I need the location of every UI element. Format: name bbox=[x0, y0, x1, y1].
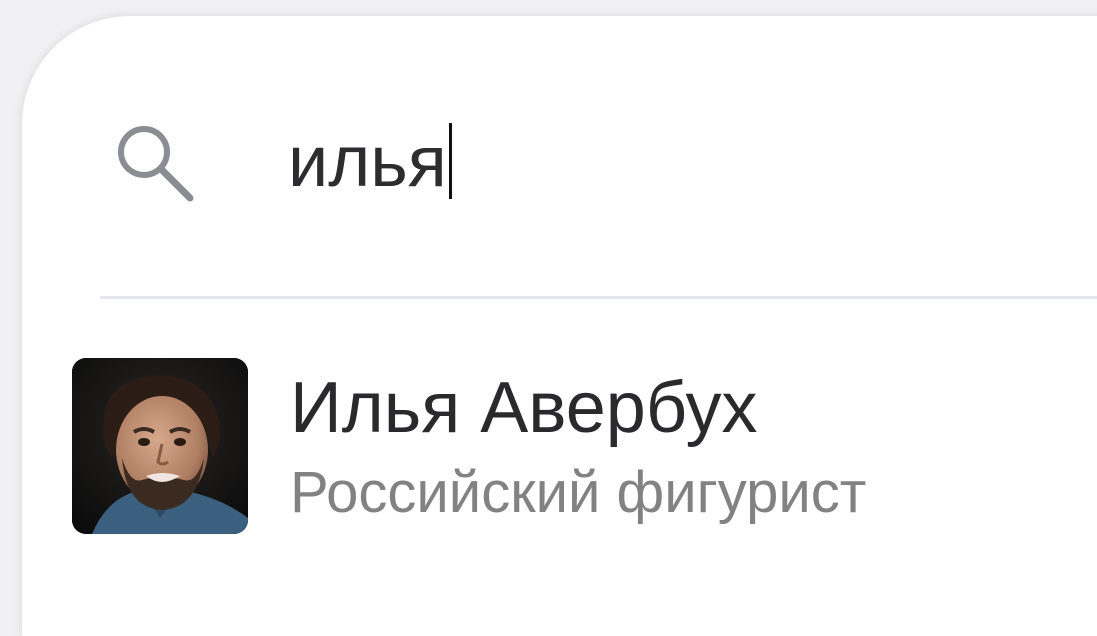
result-description: Российский фигурист bbox=[290, 460, 867, 525]
text-cursor bbox=[448, 122, 452, 199]
search-result-item[interactable]: Илья Авербух Российский фигурист bbox=[0, 350, 1097, 540]
search-input[interactable]: илья bbox=[288, 118, 452, 206]
search-bar[interactable]: илья bbox=[0, 0, 1097, 280]
result-name: Илья Авербух bbox=[290, 368, 758, 448]
search-icon bbox=[118, 126, 194, 202]
divider bbox=[100, 296, 1097, 299]
search-input-value: илья bbox=[288, 122, 447, 202]
avatar bbox=[72, 358, 248, 534]
person-photo-icon bbox=[72, 358, 248, 534]
